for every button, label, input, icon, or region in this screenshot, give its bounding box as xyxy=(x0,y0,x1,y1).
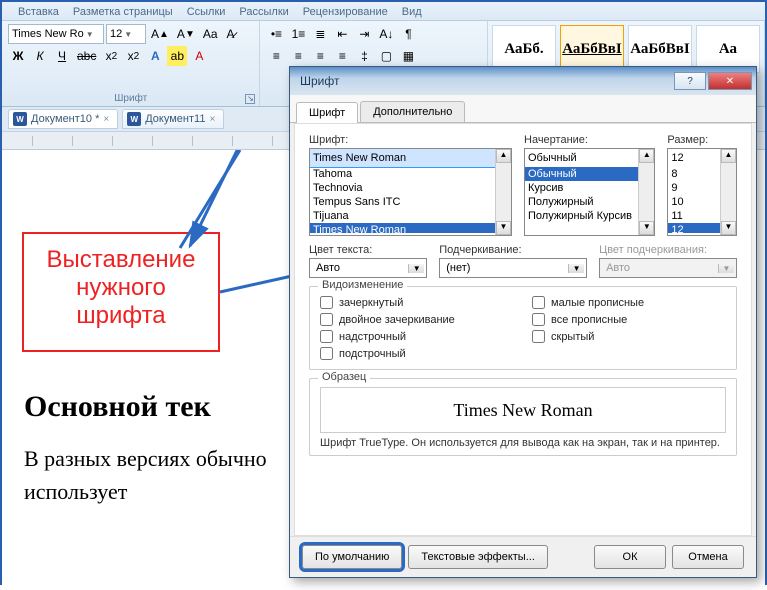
close-button[interactable]: ✕ xyxy=(708,72,752,90)
word-icon: W xyxy=(13,112,27,126)
double-strike-checkbox[interactable]: двойное зачеркивание xyxy=(320,312,520,327)
increase-indent-button[interactable]: ⇥ xyxy=(354,24,374,44)
text-effects-button[interactable]: Текстовые эффекты... xyxy=(408,545,548,569)
effects-group: Видоизменение зачеркнутый двойное зачерк… xyxy=(309,286,737,370)
hidden-checkbox[interactable]: скрытый xyxy=(532,329,644,344)
underline-color-label: Цвет подчеркивания: xyxy=(599,244,737,256)
underline-style-label: Подчеркивание: xyxy=(439,244,587,256)
tab-mailings[interactable]: Рассылки xyxy=(239,6,288,18)
chevron-down-icon: ▼ xyxy=(408,264,424,273)
tab-view[interactable]: Вид xyxy=(402,6,422,18)
heading-text: Основной тек xyxy=(24,390,211,424)
scrollbar[interactable]: ▲▼ xyxy=(495,149,511,235)
subscript-button[interactable]: x2 xyxy=(101,46,121,66)
style-input[interactable] xyxy=(525,149,654,167)
list-item[interactable]: Technovia xyxy=(310,181,511,195)
scrollbar[interactable]: ▲▼ xyxy=(720,149,736,235)
font-list-label: Шрифт: xyxy=(309,134,512,146)
dialog-tab-advanced[interactable]: Дополнительно xyxy=(360,101,465,122)
sample-group: Образец Times New Roman Шрифт TrueType. … xyxy=(309,378,737,456)
strike-checkbox[interactable]: зачеркнутый xyxy=(320,295,520,310)
dialog-titlebar[interactable]: Шрифт ? ✕ xyxy=(290,67,756,95)
clear-formatting-button[interactable]: A̷ xyxy=(223,25,239,43)
font-dialog: Шрифт ? ✕ Шрифт Дополнительно Шрифт: Tah… xyxy=(289,66,757,578)
doc-tab-1[interactable]: W Документ10 * × xyxy=(8,109,118,129)
font-color-dropdown[interactable]: Авто▼ xyxy=(309,258,427,278)
allcaps-checkbox[interactable]: все прописные xyxy=(532,312,644,327)
sort-button[interactable]: A↓ xyxy=(376,24,396,44)
ribbon-tabs: Вставка Разметка страницы Ссылки Рассылк… xyxy=(2,2,765,21)
annotation-callout: Выставление нужного шрифта xyxy=(22,232,220,352)
multilevel-button[interactable]: ≣ xyxy=(310,24,330,44)
list-item[interactable]: Обычный xyxy=(525,167,654,181)
help-button[interactable]: ? xyxy=(674,72,706,90)
underline-button[interactable]: Ч xyxy=(52,46,72,66)
smallcaps-checkbox[interactable]: малые прописные xyxy=(532,295,644,310)
list-item[interactable]: Tijuana xyxy=(310,209,511,223)
font-listbox[interactable]: Tahoma Technovia Tempus Sans ITC Tijuana… xyxy=(309,148,512,236)
shading-button[interactable]: ▢ xyxy=(376,46,396,66)
dialog-tab-font[interactable]: Шрифт xyxy=(296,102,358,123)
word-icon: W xyxy=(127,112,141,126)
subscript-checkbox[interactable]: подстрочный xyxy=(320,346,520,361)
change-case-button[interactable]: Aa xyxy=(200,25,221,43)
close-icon[interactable]: × xyxy=(209,114,215,125)
tab-review[interactable]: Рецензирование xyxy=(303,6,388,18)
font-preview: Times New Roman xyxy=(320,387,726,433)
decrease-indent-button[interactable]: ⇤ xyxy=(332,24,352,44)
numbering-button[interactable]: 1≡ xyxy=(288,24,308,44)
list-item[interactable]: Tahoma xyxy=(310,167,511,181)
list-item[interactable]: Курсив xyxy=(525,181,654,195)
highlight-button[interactable]: ab xyxy=(167,46,187,66)
list-item[interactable]: Полужирный xyxy=(525,195,654,209)
scrollbar[interactable]: ▲▼ xyxy=(638,149,654,235)
font-dialog-launcher[interactable]: ↘ xyxy=(245,94,255,104)
dialog-buttons: По умолчанию Текстовые эффекты... ОК Отм… xyxy=(290,536,756,577)
doc-tab-2[interactable]: W Документ11 × xyxy=(122,109,224,129)
underline-color-dropdown: Авто▼ xyxy=(599,258,737,278)
font-note: Шрифт TrueType. Он используется для выво… xyxy=(320,433,726,449)
cancel-button[interactable]: Отмена xyxy=(672,545,744,569)
tab-page-layout[interactable]: Разметка страницы xyxy=(73,6,173,18)
align-left-button[interactable]: ≡ xyxy=(266,46,286,66)
line-spacing-button[interactable]: ‡ xyxy=(354,46,374,66)
list-item[interactable]: Tempus Sans ITC xyxy=(310,195,511,209)
font-name-input[interactable] xyxy=(310,149,511,167)
bold-button[interactable]: Ж xyxy=(8,46,28,66)
style-listbox[interactable]: Обычный Курсив Полужирный Полужирный Кур… xyxy=(524,148,655,236)
align-right-button[interactable]: ≡ xyxy=(310,46,330,66)
shrink-font-button[interactable]: A▼ xyxy=(174,25,198,43)
superscript-button[interactable]: x2 xyxy=(123,46,143,66)
list-item[interactable]: Times New Roman xyxy=(310,223,511,233)
text-effects-button[interactable]: A xyxy=(145,46,165,66)
tab-references[interactable]: Ссылки xyxy=(187,6,226,18)
justify-button[interactable]: ≡ xyxy=(332,46,352,66)
dialog-title: Шрифт xyxy=(300,74,339,88)
size-listbox[interactable]: 8 9 10 11 12 ▲▼ xyxy=(667,148,737,236)
italic-button[interactable]: К xyxy=(30,46,50,66)
paragraph-text: В разных версиях обычно использует xyxy=(24,442,284,508)
font-group-label: Шрифт xyxy=(114,93,147,104)
chevron-down-icon: ▼ xyxy=(86,30,94,39)
font-name-combo[interactable]: Times New Ro▼ xyxy=(8,24,104,44)
size-list-label: Размер: xyxy=(667,134,737,146)
dialog-tabs: Шрифт Дополнительно xyxy=(290,95,756,123)
grow-font-button[interactable]: A▲ xyxy=(148,25,172,43)
borders-button[interactable]: ▦ xyxy=(398,46,418,66)
font-color-button[interactable]: A xyxy=(189,46,209,66)
font-color-label: Цвет текста: xyxy=(309,244,427,256)
tab-insert[interactable]: Вставка xyxy=(18,6,59,18)
bullets-button[interactable]: •≡ xyxy=(266,24,286,44)
list-item[interactable]: Полужирный Курсив xyxy=(525,209,654,223)
ok-button[interactable]: ОК xyxy=(594,545,666,569)
style-list-label: Начертание: xyxy=(524,134,655,146)
align-center-button[interactable]: ≡ xyxy=(288,46,308,66)
underline-style-dropdown[interactable]: (нет)▼ xyxy=(439,258,587,278)
font-size-combo[interactable]: 12▼ xyxy=(106,24,146,44)
superscript-checkbox[interactable]: надстрочный xyxy=(320,329,520,344)
set-default-button[interactable]: По умолчанию xyxy=(302,545,402,569)
pilcrow-button[interactable]: ¶ xyxy=(398,24,418,44)
strike-button[interactable]: abc xyxy=(74,46,99,66)
close-icon[interactable]: × xyxy=(103,114,109,125)
